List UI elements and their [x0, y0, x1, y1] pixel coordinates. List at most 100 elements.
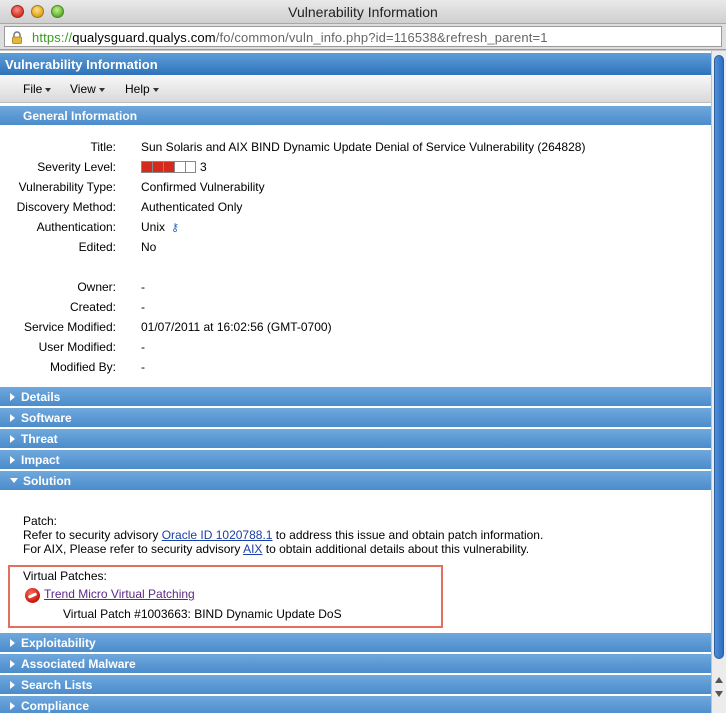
- window-title-bar: Vulnerability Information: [0, 0, 726, 24]
- field-value: Sun Solaris and AIX BIND Dynamic Update …: [141, 140, 586, 154]
- section-impact[interactable]: Impact: [0, 450, 711, 469]
- scroll-up-arrow-icon[interactable]: [715, 677, 723, 683]
- section-compliance[interactable]: Compliance: [0, 696, 711, 713]
- field-created: Created: -: [0, 297, 711, 317]
- section-general-label: General Information: [23, 109, 138, 123]
- field-label: Edited:: [78, 240, 116, 254]
- patch-line-oracle: Refer to security advisory Oracle ID 102…: [23, 528, 543, 542]
- severity-bar: [141, 161, 152, 173]
- field-label: Authentication:: [36, 220, 116, 234]
- section-label: Search Lists: [21, 678, 93, 692]
- chevron-right-icon: [10, 434, 15, 443]
- section-associated-malware[interactable]: Associated Malware: [0, 654, 711, 673]
- address-bar: https://qualysguard.qualys.com/fo/common…: [0, 24, 726, 50]
- field-label: Modified By:: [49, 360, 116, 374]
- lock-icon: [12, 31, 22, 44]
- field-value: -: [141, 340, 145, 354]
- field-value: No: [141, 240, 157, 254]
- chevron-down-icon: [98, 87, 105, 92]
- section-general-information[interactable]: General Information: [0, 106, 711, 125]
- chevron-right-icon: [10, 680, 15, 689]
- trend-micro-icon: [25, 588, 40, 603]
- patch-text: to obtain additional details about this …: [262, 542, 530, 556]
- patch-text: For AIX, Please refer to security adviso…: [23, 542, 244, 556]
- menu-file[interactable]: File: [23, 82, 52, 96]
- chevron-right-icon: [10, 392, 15, 401]
- severity-bar: [163, 161, 174, 173]
- chevron-down-icon: [45, 87, 52, 92]
- section-label: Solution: [23, 474, 71, 488]
- menu-view[interactable]: View: [70, 82, 105, 96]
- chevron-right-icon: [10, 455, 15, 464]
- section-threat[interactable]: Threat: [0, 429, 711, 448]
- severity-bar: [174, 161, 185, 173]
- section-details[interactable]: Details: [0, 387, 711, 406]
- field-edited: Edited: No: [0, 237, 711, 257]
- section-label: Software: [21, 411, 72, 425]
- section-exploitability[interactable]: Exploitability: [0, 633, 711, 652]
- field-value: -: [141, 300, 145, 314]
- menu-view-label: View: [70, 82, 96, 96]
- field-label: Vulnerability Type:: [18, 180, 116, 194]
- severity-bar: [152, 161, 163, 173]
- section-solution[interactable]: Solution: [0, 471, 711, 490]
- menu-help-label: Help: [125, 82, 150, 96]
- patch-text: to address this issue and obtain patch i…: [272, 528, 544, 542]
- chevron-right-icon: [10, 638, 15, 647]
- chevron-right-icon: [10, 659, 15, 668]
- trend-micro-row: Trend Micro Virtual Patching: [10, 582, 441, 603]
- scroll-down-arrow-icon[interactable]: [715, 691, 723, 697]
- severity-value: 3: [200, 160, 207, 174]
- menu-file-label: File: [23, 82, 43, 96]
- menu-bar: File View Help: [0, 76, 711, 103]
- field-value: Unix ⚷: [141, 220, 179, 234]
- section-label: Exploitability: [21, 636, 96, 650]
- virtual-patches-label: Virtual Patches:: [23, 569, 107, 583]
- page-content: Vulnerability Information File View Help…: [0, 51, 711, 713]
- menu-help[interactable]: Help: [125, 82, 159, 96]
- severity-meter: [141, 161, 196, 173]
- virtual-patches-highlight: Virtual Patches: Trend Micro Virtual Pat…: [8, 565, 443, 628]
- field-owner: Owner: -: [0, 277, 711, 297]
- field-value: -: [141, 360, 145, 374]
- patch-label: Patch:: [23, 514, 58, 528]
- url-text: https://qualysguard.qualys.com/fo/common…: [32, 30, 548, 45]
- section-search-lists[interactable]: Search Lists: [0, 675, 711, 694]
- section-software[interactable]: Software: [0, 408, 711, 427]
- section-label: Details: [21, 390, 61, 404]
- severity-bar: [185, 161, 196, 173]
- field-title: Title: Sun Solaris and AIX BIND Dynamic …: [0, 137, 711, 157]
- section-label: Associated Malware: [21, 657, 136, 671]
- section-label: Compliance: [21, 699, 90, 713]
- field-modified-by: Modified By: -: [0, 357, 711, 377]
- url-path: /fo/common/vuln_info.php?id=116538&refre…: [215, 30, 548, 45]
- section-label: Threat: [21, 432, 58, 446]
- scrollbar-thumb[interactable]: [714, 55, 724, 659]
- field-label: Created:: [69, 300, 116, 314]
- chevron-down-icon: [10, 478, 18, 484]
- field-label: Owner:: [77, 280, 116, 294]
- patch-text: Refer to security advisory: [23, 528, 162, 542]
- chevron-right-icon: [10, 701, 15, 710]
- virtual-patch-entry: Virtual Patch #1003663: BIND Dynamic Upd…: [63, 607, 342, 621]
- url-field[interactable]: https://qualysguard.qualys.com/fo/common…: [4, 26, 722, 47]
- aix-advisory-link[interactable]: AIX: [243, 542, 262, 556]
- chevron-right-icon: [10, 413, 15, 422]
- field-value: 01/07/2011 at 16:02:56 (GMT-0700): [141, 320, 332, 334]
- oracle-advisory-link[interactable]: Oracle ID 1020788.1: [162, 528, 273, 542]
- field-value: Authenticated Only: [141, 200, 243, 214]
- vertical-scrollbar[interactable]: [711, 51, 726, 713]
- section-label: Impact: [21, 453, 60, 467]
- field-severity: Severity Level: 3: [0, 157, 711, 177]
- window-title: Vulnerability Information: [288, 4, 438, 20]
- chevron-down-icon: [152, 87, 159, 92]
- patch-line-aix: For AIX, Please refer to security adviso…: [23, 542, 529, 556]
- field-service-modified: Service Modified: 01/07/2011 at 16:02:56…: [0, 317, 711, 337]
- page-header: Vulnerability Information: [0, 53, 711, 75]
- field-label: Severity Level:: [37, 160, 116, 174]
- field-label: Title:: [90, 140, 116, 154]
- key-icon[interactable]: ⚷: [171, 221, 179, 234]
- trend-micro-link[interactable]: Trend Micro Virtual Patching: [44, 587, 195, 601]
- url-domain: qualysguard.qualys.com: [72, 30, 216, 45]
- field-discovery-method: Discovery Method: Authenticated Only: [0, 197, 711, 217]
